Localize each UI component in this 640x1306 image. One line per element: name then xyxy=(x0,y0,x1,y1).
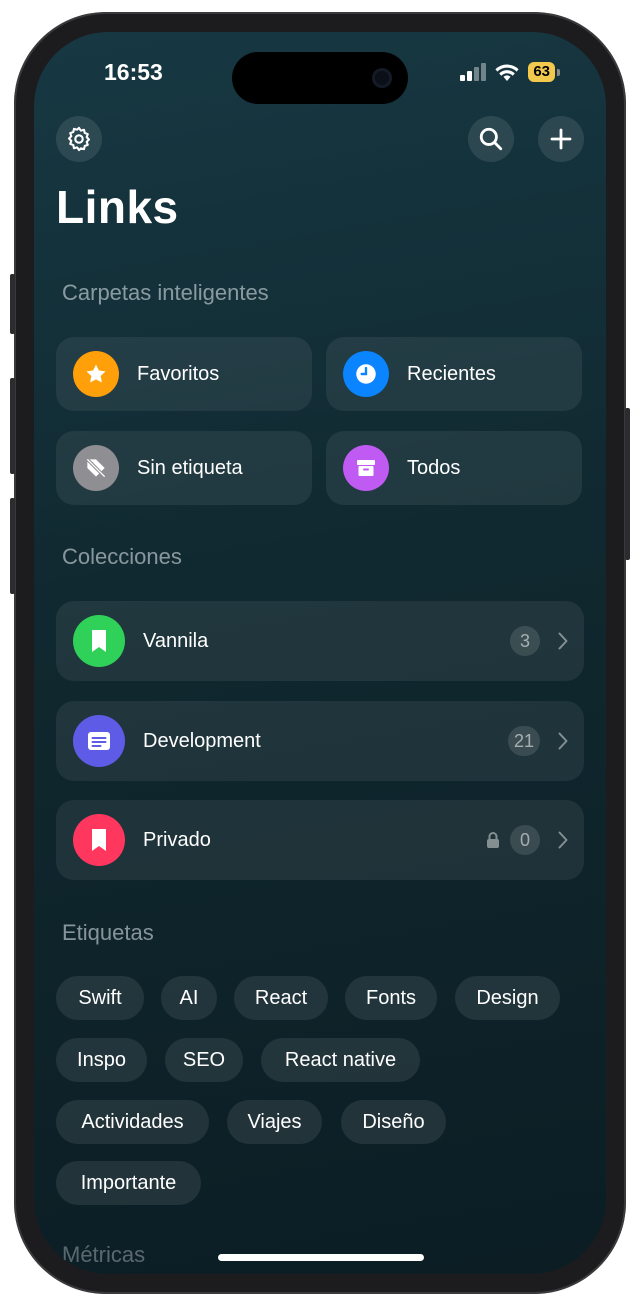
collection-label: Development xyxy=(143,729,261,752)
section-metrics: Métricas xyxy=(62,1242,146,1267)
tag-chip[interactable]: Design xyxy=(455,976,560,1020)
battery-level: 63 xyxy=(528,62,555,82)
action-button xyxy=(10,274,15,334)
bookmark-icon xyxy=(73,615,125,667)
smart-folder-label: Todos xyxy=(407,456,461,479)
smart-folder-recientes[interactable]: Recientes xyxy=(326,337,582,411)
smart-folder-favoritos[interactable]: Favoritos xyxy=(56,337,312,411)
collection-row-privado[interactable]: Privado 0 xyxy=(56,800,584,880)
status-time: 16:53 xyxy=(104,59,163,85)
smart-folder-sin-etiqueta[interactable]: Sin etiqueta xyxy=(56,431,312,505)
tag-chip[interactable]: Inspo xyxy=(56,1038,147,1082)
collection-row-development[interactable]: Development 21 xyxy=(56,701,584,781)
volume-up-button xyxy=(10,378,15,474)
tag-chip[interactable]: Importante xyxy=(56,1161,201,1205)
collection-label: Vannila xyxy=(143,629,209,652)
smart-folder-label: Favoritos xyxy=(137,362,220,385)
cellular-signal-icon xyxy=(460,63,487,81)
camera-icon xyxy=(372,68,392,88)
battery-icon: 63 xyxy=(528,62,560,82)
page-title: Links xyxy=(56,181,179,233)
tag-chip[interactable]: Viajes xyxy=(227,1100,322,1144)
tag-chip[interactable]: React native xyxy=(261,1038,420,1082)
collection-count: 3 xyxy=(510,626,540,656)
section-collections: Colecciones xyxy=(62,544,182,569)
chevron-right-icon xyxy=(558,732,568,750)
dynamic-island xyxy=(232,52,408,104)
tag-chip[interactable]: Fonts xyxy=(345,976,437,1020)
archive-box-icon xyxy=(343,445,389,491)
tag-chip[interactable]: Diseño xyxy=(341,1100,446,1144)
clock-icon xyxy=(343,351,389,397)
status-icons: 63 xyxy=(460,62,560,82)
smart-folder-label: Recientes xyxy=(407,362,496,385)
power-button xyxy=(625,408,630,560)
search-icon xyxy=(479,127,503,151)
tag-slash-icon xyxy=(73,445,119,491)
lock-icon xyxy=(486,831,500,849)
collection-count: 21 xyxy=(507,726,540,756)
chevron-right-icon xyxy=(558,831,568,849)
screen: 16:53 63 Links Carpetas inteligentes Fav… xyxy=(34,32,606,1274)
chevron-right-icon xyxy=(558,632,568,650)
search-button[interactable] xyxy=(468,116,514,162)
section-tags: Etiquetas xyxy=(62,920,154,945)
tag-chip[interactable]: Actividades xyxy=(56,1100,209,1144)
settings-button[interactable] xyxy=(56,116,102,162)
section-smart-folders: Carpetas inteligentes xyxy=(62,280,269,305)
wifi-icon xyxy=(495,64,519,81)
smart-folder-todos[interactable]: Todos xyxy=(326,431,582,505)
home-indicator[interactable] xyxy=(218,1254,424,1261)
star-icon xyxy=(73,351,119,397)
bookmark-icon xyxy=(73,814,125,866)
collection-count: 0 xyxy=(510,825,540,855)
collection-label: Privado xyxy=(143,828,211,851)
collection-row-vannila[interactable]: Vannila 3 xyxy=(56,601,584,681)
gear-icon xyxy=(68,126,90,152)
plus-icon xyxy=(550,128,572,150)
tag-chip[interactable]: Swift xyxy=(56,976,144,1020)
tag-chip[interactable]: React xyxy=(234,976,328,1020)
add-button[interactable] xyxy=(538,116,584,162)
volume-down-button xyxy=(10,498,15,594)
smart-folder-label: Sin etiqueta xyxy=(137,456,243,479)
list-card-icon xyxy=(73,715,125,767)
tag-chip[interactable]: SEO xyxy=(165,1038,243,1082)
tag-chip[interactable]: AI xyxy=(161,976,217,1020)
